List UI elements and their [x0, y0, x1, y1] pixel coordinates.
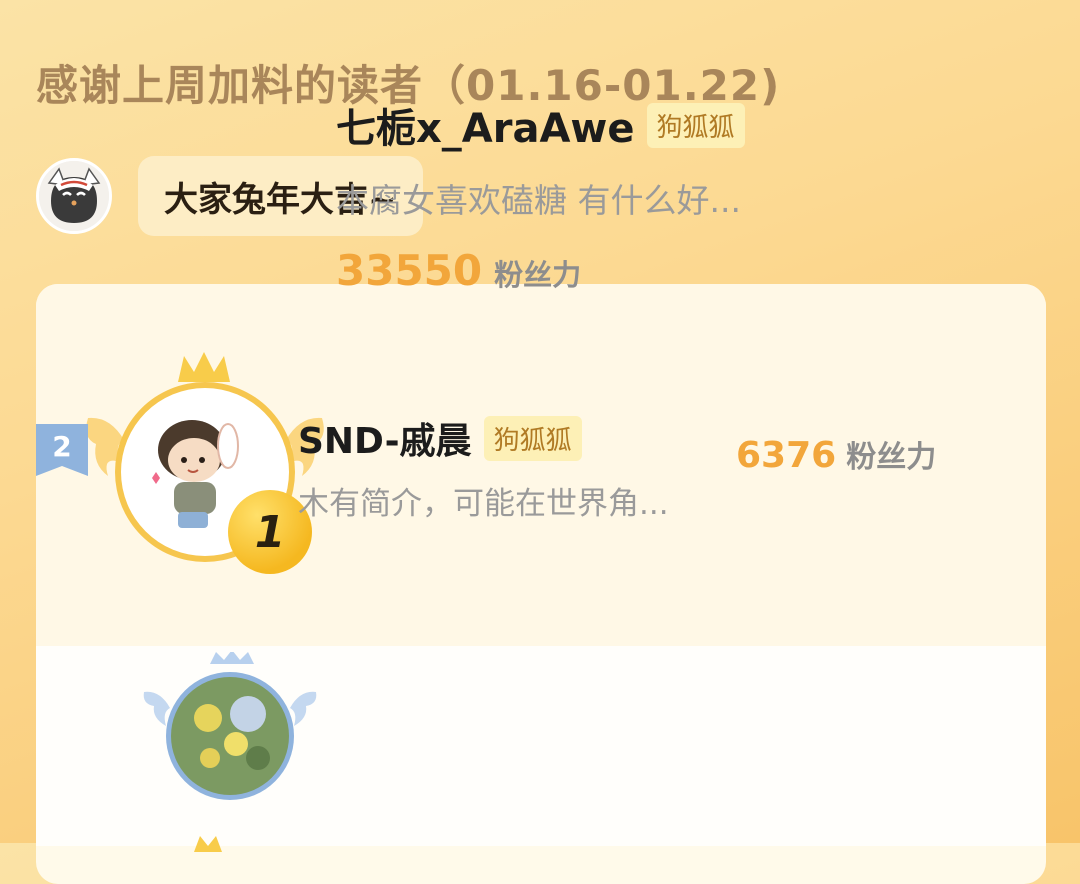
bio-first: 本腐女喜欢磕糖 有什么好...: [336, 181, 741, 220]
cat-mascot-icon: [39, 161, 109, 231]
fan-group-tag-second[interactable]: 狗狐狐: [483, 415, 582, 461]
first-place-avatar-badge[interactable]: 1: [80, 344, 330, 584]
partial-crown-icon: [194, 836, 222, 852]
username-second[interactable]: SND-戚晨: [298, 412, 472, 464]
score-row-second: 6376 粉丝力: [736, 432, 936, 476]
second-user-info: SND-戚晨 狗狐狐 木有简介，可能在世界角...: [298, 412, 669, 523]
bio-second: 木有简介，可能在世界角...: [298, 486, 669, 522]
first-user-info: 七栀x_AraAwe 狗狐狐 本腐女喜欢磕糖 有什么好... 33550 粉丝力: [336, 96, 745, 295]
fan-power-unit-first: 粉丝力: [494, 258, 582, 292]
fan-group-tag-first[interactable]: 狗狐狐: [646, 102, 745, 148]
username-first[interactable]: 七栀x_AraAwe: [336, 96, 635, 154]
rank-marker-second: 2: [36, 424, 88, 476]
rank-number-second: 2: [52, 430, 72, 463]
silver-crown-wings-icon: [143, 650, 317, 800]
fan-power-unit-second: 粉丝力: [846, 440, 937, 475]
fan-power-score-second: 6376: [736, 435, 837, 476]
fan-power-score-first: 33550: [336, 246, 483, 295]
mascot-avatar[interactable]: [36, 158, 112, 234]
second-place-avatar-badge[interactable]: [140, 650, 320, 812]
